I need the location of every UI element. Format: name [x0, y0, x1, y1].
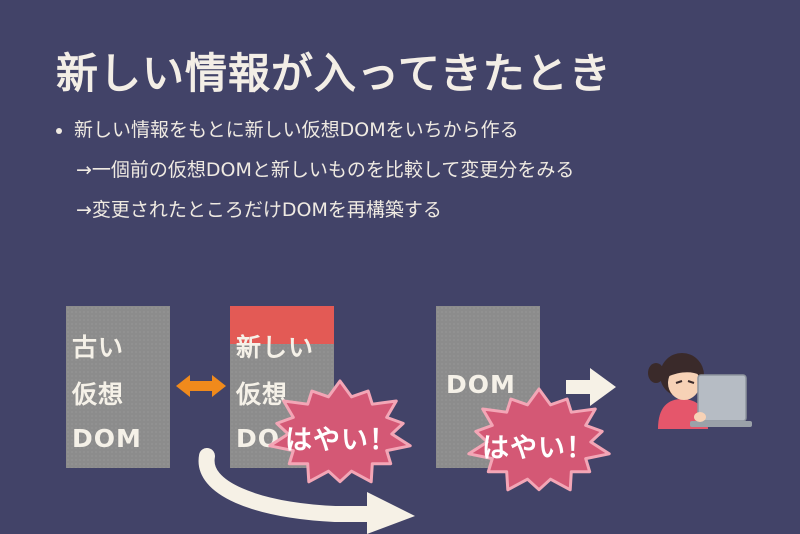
- old-box-line2: 仮想: [72, 380, 125, 409]
- old-box-line3: DOM: [72, 424, 142, 453]
- bullet-subitem: →変更されたところだけDOMを再構築する: [76, 199, 442, 221]
- old-box-line1: 古い: [72, 333, 125, 362]
- new-box-line1: 新しい: [236, 333, 315, 362]
- bullet-list: 新しい情報をもとに新しい仮想DOMをいちから作る →一個前の仮想DOMと新しいも…: [52, 120, 574, 240]
- person-laptop-illustration: [648, 353, 752, 429]
- fast-label-left: はやい！: [285, 425, 397, 456]
- bullet-subitem: →一個前の仮想DOMと新しいものを比較して変更分をみる: [76, 159, 575, 181]
- slide-title: 新しい情報が入ってきたとき: [56, 49, 612, 98]
- fast-label-right: はやい！: [482, 433, 594, 464]
- double-arrow-icon: [176, 375, 226, 397]
- bullet-item: 新しい情報をもとに新しい仮想DOMをいちから作る: [52, 120, 574, 140]
